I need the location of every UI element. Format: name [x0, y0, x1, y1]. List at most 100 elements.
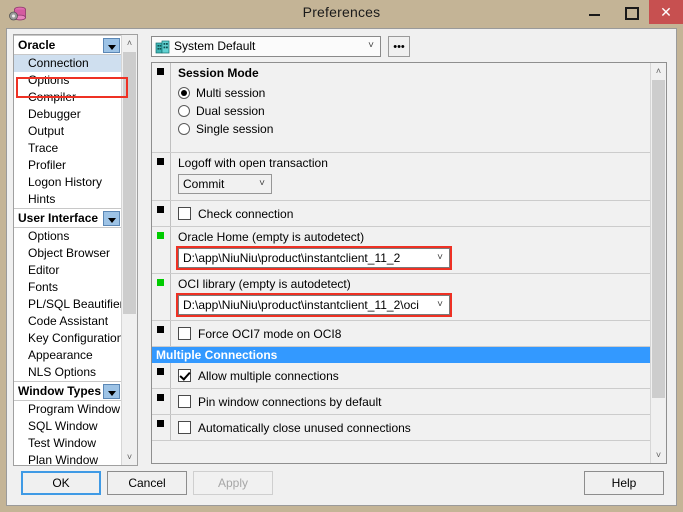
close-button[interactable]: ✕: [649, 0, 683, 24]
checkbox-icon[interactable]: [178, 327, 191, 340]
checkbox-force-oci7-mode-on-oci8[interactable]: Force OCI7 mode on OCI8: [178, 325, 341, 343]
row-divider: [170, 415, 171, 440]
sidebar-scroll-up-icon[interactable]: ˄: [122, 35, 137, 51]
sidebar-item-debugger[interactable]: Debugger: [14, 106, 122, 123]
radio-button-icon[interactable]: [178, 105, 190, 117]
sidebar-item-connection[interactable]: Connection: [14, 55, 122, 72]
checkbox-label: Check connection: [198, 207, 294, 221]
row-divider: [170, 153, 171, 200]
sidebar-group-user-interface[interactable]: User Interface: [14, 208, 122, 228]
preference-row: Check connection: [152, 201, 650, 227]
sidebar-item-options[interactable]: Options: [14, 228, 122, 245]
default-value-marker-icon: [157, 68, 164, 75]
chevron-down-icon[interactable]: ˅: [366, 41, 376, 51]
apply-button[interactable]: Apply: [193, 471, 273, 495]
preference-row-content: Logoff with open transaction Commit ˅: [178, 153, 650, 200]
checkbox-icon[interactable]: [178, 369, 191, 382]
profile-building-icon: [155, 39, 170, 54]
chevron-down-icon[interactable]: ˅: [435, 253, 445, 263]
radio-button-icon[interactable]: [178, 123, 190, 135]
prefs-scroll-down-icon[interactable]: ˅: [651, 447, 666, 463]
path-combo[interactable]: D:\app\NiuNiu\product\instantclient_11_2…: [178, 248, 450, 268]
sidebar-item-logon-history[interactable]: Logon History: [14, 174, 122, 191]
default-value-marker-icon: [157, 394, 164, 401]
preference-row: Allow multiple connections: [152, 363, 650, 389]
cancel-button[interactable]: Cancel: [107, 471, 187, 495]
prefs-scroll-up-icon[interactable]: ˄: [651, 63, 666, 79]
checkbox-automatically-close-unused-connections[interactable]: Automatically close unused connections: [178, 419, 411, 437]
radio-single-session[interactable]: Single session: [178, 120, 273, 138]
sidebar-item-code-assistant[interactable]: Code Assistant: [14, 313, 122, 330]
checkbox-label: Pin window connections by default: [198, 395, 382, 409]
group-collapse-icon[interactable]: [103, 211, 120, 226]
maximize-button[interactable]: [613, 0, 649, 24]
sidebar-item-nls-options[interactable]: NLS Options: [14, 364, 122, 381]
checkbox-pin-window-connections-by-default[interactable]: Pin window connections by default: [178, 393, 381, 411]
preferences-options-panel: Session Mode Multi session Dual session Sin…: [151, 62, 667, 464]
sidebar-item-sql-window[interactable]: SQL Window: [14, 418, 122, 435]
preference-row-content: Pin window connections by default: [178, 389, 650, 414]
category-list[interactable]: Oracle Connection Options Compiler Debugger O…: [14, 35, 122, 465]
default-value-marker-icon: [157, 158, 164, 165]
sidebar-item-key-configuration[interactable]: Key Configuration: [14, 330, 122, 347]
checkbox-label: Allow multiple connections: [198, 369, 339, 383]
sidebar-group-oracle[interactable]: Oracle: [14, 35, 122, 55]
preference-set-value: System Default: [174, 39, 256, 53]
chevron-down-icon[interactable]: ˅: [257, 179, 267, 189]
preference-set-combo[interactable]: System Default ˅: [151, 36, 381, 57]
default-value-marker-icon: [157, 420, 164, 427]
logoff-transaction-label: Logoff with open transaction: [178, 156, 328, 170]
sidebar-group-window-types[interactable]: Window Types: [14, 381, 122, 401]
sidebar-item-output[interactable]: Output: [14, 123, 122, 140]
sidebar-item-trace[interactable]: Trace: [14, 140, 122, 157]
radio-dual-session[interactable]: Dual session: [178, 102, 273, 120]
sidebar-item-options[interactable]: Options: [14, 72, 122, 89]
checkbox-icon[interactable]: [178, 207, 191, 220]
checkbox-label: Automatically close unused connections: [198, 421, 411, 435]
radio-button-icon[interactable]: [178, 87, 190, 99]
logoff-transaction-combo[interactable]: Commit ˅: [178, 174, 272, 194]
checkbox-allow-multiple-connections[interactable]: Allow multiple connections: [178, 367, 339, 385]
checkbox-label: Force OCI7 mode on OCI8: [198, 327, 342, 341]
group-collapse-icon[interactable]: [103, 384, 120, 399]
preferences-pane: System Default ˅ ••• Session Mode Multi s…: [147, 34, 670, 466]
preferences-category-tree[interactable]: Oracle Connection Options Compiler Debugger O…: [13, 34, 138, 466]
sidebar-item-editor[interactable]: Editor: [14, 262, 122, 279]
row-divider: [170, 363, 171, 388]
default-value-marker-icon: [157, 326, 164, 333]
minimize-button[interactable]: [577, 0, 613, 24]
group-collapse-icon[interactable]: [103, 38, 120, 53]
sidebar-item-pl-sql-beautifier[interactable]: PL/SQL Beautifier: [14, 296, 122, 313]
sidebar-item-plan-window[interactable]: Plan Window: [14, 452, 122, 465]
sidebar-item-object-browser[interactable]: Object Browser: [14, 245, 122, 262]
sidebar-item-appearance[interactable]: Appearance: [14, 347, 122, 364]
sidebar-item-test-window[interactable]: Test Window: [14, 435, 122, 452]
dialog-button-bar: OK Cancel Apply Help: [7, 465, 676, 505]
path-combo[interactable]: D:\app\NiuNiu\product\instantclient_11_2…: [178, 295, 450, 315]
sidebar-scrollbar[interactable]: ˄ ˅: [121, 35, 137, 465]
sidebar-item-program-window[interactable]: Program Window: [14, 401, 122, 418]
logoff-transaction-value: Commit: [183, 177, 225, 191]
sidebar-item-profiler[interactable]: Profiler: [14, 157, 122, 174]
sidebar-scroll-down-icon[interactable]: ˅: [122, 449, 137, 465]
preference-row-content: Check connection: [178, 201, 650, 226]
radio-multi-session[interactable]: Multi session: [178, 84, 273, 102]
preferences-rows: Session Mode Multi session Dual session Sin…: [152, 63, 650, 463]
sidebar-item-fonts[interactable]: Fonts: [14, 279, 122, 296]
sidebar-item-hints[interactable]: Hints: [14, 191, 122, 208]
preference-row: Force OCI7 mode on OCI8: [152, 321, 650, 347]
ok-button[interactable]: OK: [21, 471, 101, 495]
checkbox-icon[interactable]: [178, 395, 191, 408]
sidebar-scroll-thumb[interactable]: [123, 52, 136, 314]
chevron-down-icon[interactable]: ˅: [435, 300, 445, 310]
sidebar-item-compiler[interactable]: Compiler: [14, 89, 122, 106]
path-label: Oracle Home (empty is autodetect): [178, 230, 365, 244]
checkbox-icon[interactable]: [178, 421, 191, 434]
help-button[interactable]: Help: [584, 471, 664, 495]
row-divider: [170, 274, 171, 320]
preferences-scrollbar[interactable]: ˄ ˅: [650, 63, 666, 463]
checkbox-check-connection[interactable]: Check connection: [178, 205, 293, 223]
prefs-scroll-thumb[interactable]: [652, 80, 665, 398]
sidebar-group-label: Oracle: [18, 38, 56, 52]
preference-set-more-button[interactable]: •••: [388, 36, 410, 57]
